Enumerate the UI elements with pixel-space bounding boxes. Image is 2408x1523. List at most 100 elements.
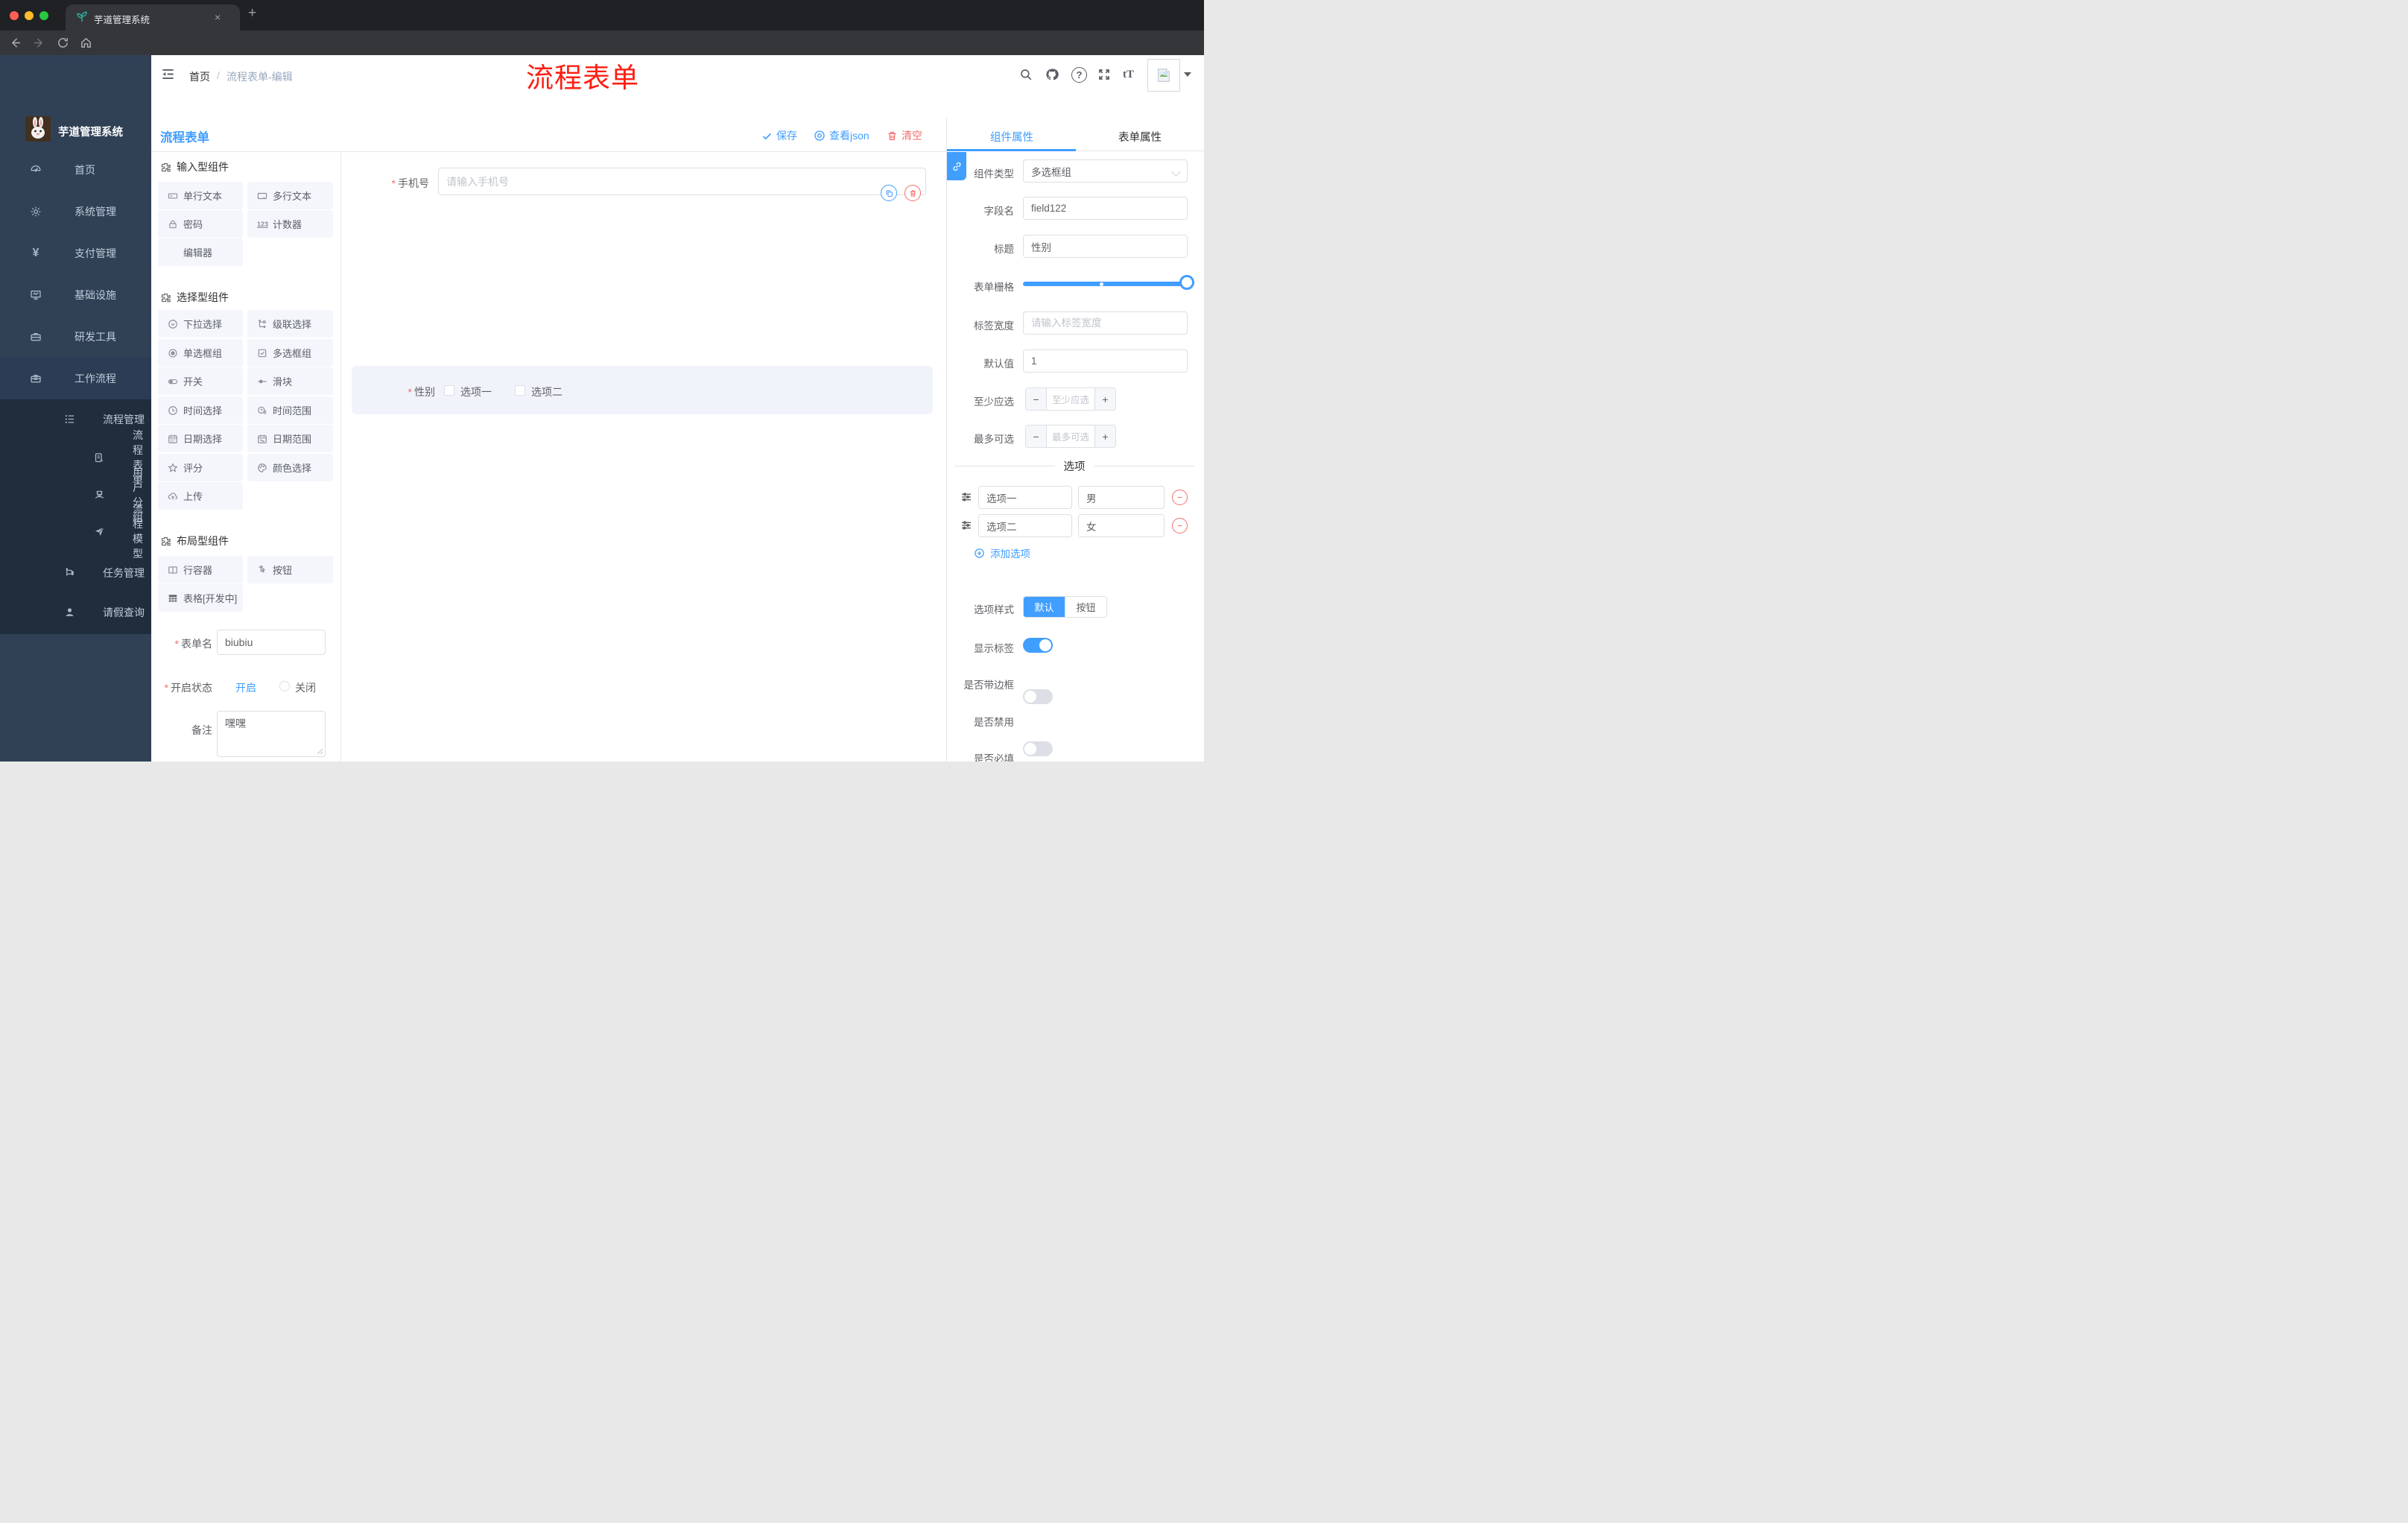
textarea-resize-handle[interactable] [317, 748, 323, 755]
max-select-stepper[interactable]: − 最多可选 + [1025, 425, 1116, 448]
gender-option2-label[interactable]: 选项二 [531, 384, 563, 399]
palette-item-table[interactable]: 表格[开发中] [158, 584, 243, 612]
gender-option1-checkbox[interactable] [444, 385, 454, 396]
border-switch[interactable] [1023, 689, 1053, 704]
title-input[interactable] [1023, 235, 1188, 258]
palette-item-switch[interactable]: 开关 [158, 367, 243, 395]
save-button[interactable]: 保存 [761, 128, 797, 143]
palette-item-time-picker[interactable]: 时间选择 [158, 396, 243, 424]
disabled-switch[interactable] [1023, 741, 1053, 756]
palette-item-cascader[interactable]: 级联选择 [247, 310, 333, 338]
back-icon[interactable] [9, 37, 22, 49]
sidebar-item-leave-query[interactable]: 请假查询 [0, 592, 151, 632]
traffic-minimize-button[interactable] [25, 11, 34, 20]
phone-field-input[interactable] [438, 168, 926, 195]
collapse-sidebar-icon[interactable] [161, 67, 175, 81]
sidebar-item-user-group[interactable]: 用户分组 [0, 466, 151, 523]
status-off-radio[interactable] [279, 681, 290, 691]
plus-icon[interactable]: + [1095, 388, 1115, 410]
option1-drag-handle[interactable] [960, 491, 972, 503]
sidebar-item-payment[interactable]: ¥ 支付管理 [0, 232, 259, 274]
traffic-close-button[interactable] [10, 11, 19, 20]
traffic-zoom-button[interactable] [39, 11, 48, 20]
fullscreen-icon[interactable] [1097, 68, 1111, 81]
min-select-stepper[interactable]: − 至少应选 + [1025, 387, 1116, 411]
sidebar-item-workflow[interactable]: 工作流程 [0, 358, 259, 399]
palette-item-select[interactable]: 下拉选择 [158, 310, 243, 338]
palette-item-rate[interactable]: 评分 [158, 454, 243, 481]
selected-component-gender[interactable]: * 性别 选项一 选项二 [352, 366, 933, 414]
option2-label-input[interactable] [978, 514, 1072, 537]
palette-item-color-picker[interactable]: 颜色选择 [247, 454, 333, 481]
palette-item-editor[interactable]: 编辑器 [158, 238, 243, 266]
sidebar-item-task-mgmt[interactable]: 任务管理 [0, 553, 259, 592]
avatar-caret-icon[interactable] [1184, 72, 1191, 77]
sidebar-item-devtools[interactable]: 研发工具 [0, 316, 259, 358]
gender-option2-checkbox[interactable] [515, 385, 525, 396]
grid-slider-handle[interactable] [1179, 275, 1194, 290]
sidebar-item-process-model[interactable]: 流程模型 [0, 503, 151, 560]
label-width-input[interactable] [1023, 311, 1188, 335]
min-select-value[interactable]: 至少应选 [1046, 388, 1095, 410]
palette-item-row-container[interactable]: 行容器 [158, 556, 243, 583]
style-default-button[interactable]: 默认 [1024, 597, 1065, 617]
status-on-label[interactable]: 开启 [235, 680, 256, 695]
browser-tab[interactable]: 芋道管理系统 × [66, 4, 240, 31]
default-value-input[interactable] [1023, 349, 1188, 373]
avatar[interactable] [1147, 59, 1180, 92]
sidebar-item-home[interactable]: 首页 [0, 149, 151, 191]
palette-item-button[interactable]: 按钮 [247, 556, 333, 583]
palette-item-checkbox-group[interactable]: 多选框组 [247, 339, 333, 367]
sidebar-item-process-form[interactable]: 流程表单 [0, 429, 151, 486]
gender-option1-label[interactable]: 选项一 [460, 384, 492, 399]
max-select-value[interactable]: 最多可选 [1046, 425, 1095, 447]
sidebar-item-system[interactable]: 系统管理 [0, 191, 259, 232]
minus-icon[interactable]: − [1026, 388, 1046, 410]
font-size-icon[interactable]: tT [1123, 69, 1134, 81]
tab-component-props[interactable]: 组件属性 [990, 129, 1033, 145]
view-json-button[interactable]: 查看json [814, 128, 869, 143]
palette-item-radio-group[interactable]: 单选框组 [158, 339, 243, 367]
option2-value-input[interactable] [1078, 514, 1165, 537]
minus-icon[interactable]: − [1026, 425, 1046, 447]
reload-icon[interactable] [57, 37, 69, 49]
form-name-input[interactable] [217, 630, 326, 655]
option1-remove-button[interactable]: − [1172, 490, 1188, 505]
sidebar-item-process-mgmt[interactable]: 流程管理 [0, 399, 259, 439]
breadcrumb-home[interactable]: 首页 [189, 69, 210, 84]
new-tab-button[interactable]: + [248, 5, 256, 22]
clear-button[interactable]: 清空 [887, 128, 922, 143]
delete-component-button[interactable] [904, 185, 921, 201]
palette-item-password[interactable]: 密码 [158, 210, 243, 238]
copy-component-button[interactable] [881, 185, 897, 201]
option1-label-input[interactable] [978, 486, 1072, 509]
add-option-button[interactable]: 添加选项 [974, 545, 1030, 560]
home-icon[interactable] [80, 37, 92, 49]
option2-remove-button[interactable]: − [1172, 518, 1188, 533]
sidebar-item-infra[interactable]: 基础设施 [0, 274, 259, 316]
form-remark-textarea[interactable]: 嘿嘿 [217, 711, 326, 757]
plus-icon[interactable]: + [1095, 425, 1115, 447]
github-icon[interactable] [1045, 68, 1059, 81]
help-icon[interactable]: ? [1071, 67, 1087, 83]
palette-item-date-range[interactable]: 日期范围 [247, 425, 333, 452]
palette-item-upload[interactable]: 上传 [158, 482, 243, 510]
palette-item-single-text[interactable]: 单行文本 [158, 182, 243, 209]
option2-drag-handle[interactable] [960, 519, 972, 531]
field-name-input[interactable] [1023, 197, 1188, 220]
palette-item-date-picker[interactable]: 日期选择 [158, 425, 243, 452]
type-select[interactable]: 多选框组 [1023, 159, 1188, 183]
palette-item-multi-text[interactable]: 多行文本 [247, 182, 333, 209]
status-off-label[interactable]: 关闭 [295, 680, 316, 695]
forward-icon[interactable] [33, 37, 45, 49]
search-icon[interactable] [1019, 68, 1033, 81]
tab-close-icon[interactable]: × [215, 11, 221, 23]
option1-value-input[interactable] [1078, 486, 1165, 509]
palette-item-counter[interactable]: 123 计数器 [247, 210, 333, 238]
palette-item-time-range[interactable]: 时间范围 [247, 396, 333, 424]
style-button-button[interactable]: 按钮 [1065, 597, 1106, 617]
tab-form-props[interactable]: 表单属性 [1118, 129, 1162, 145]
show-label-switch[interactable] [1023, 638, 1053, 653]
palette-item-slider[interactable]: 滑块 [247, 367, 333, 395]
grid-slider-track[interactable] [1023, 282, 1188, 286]
